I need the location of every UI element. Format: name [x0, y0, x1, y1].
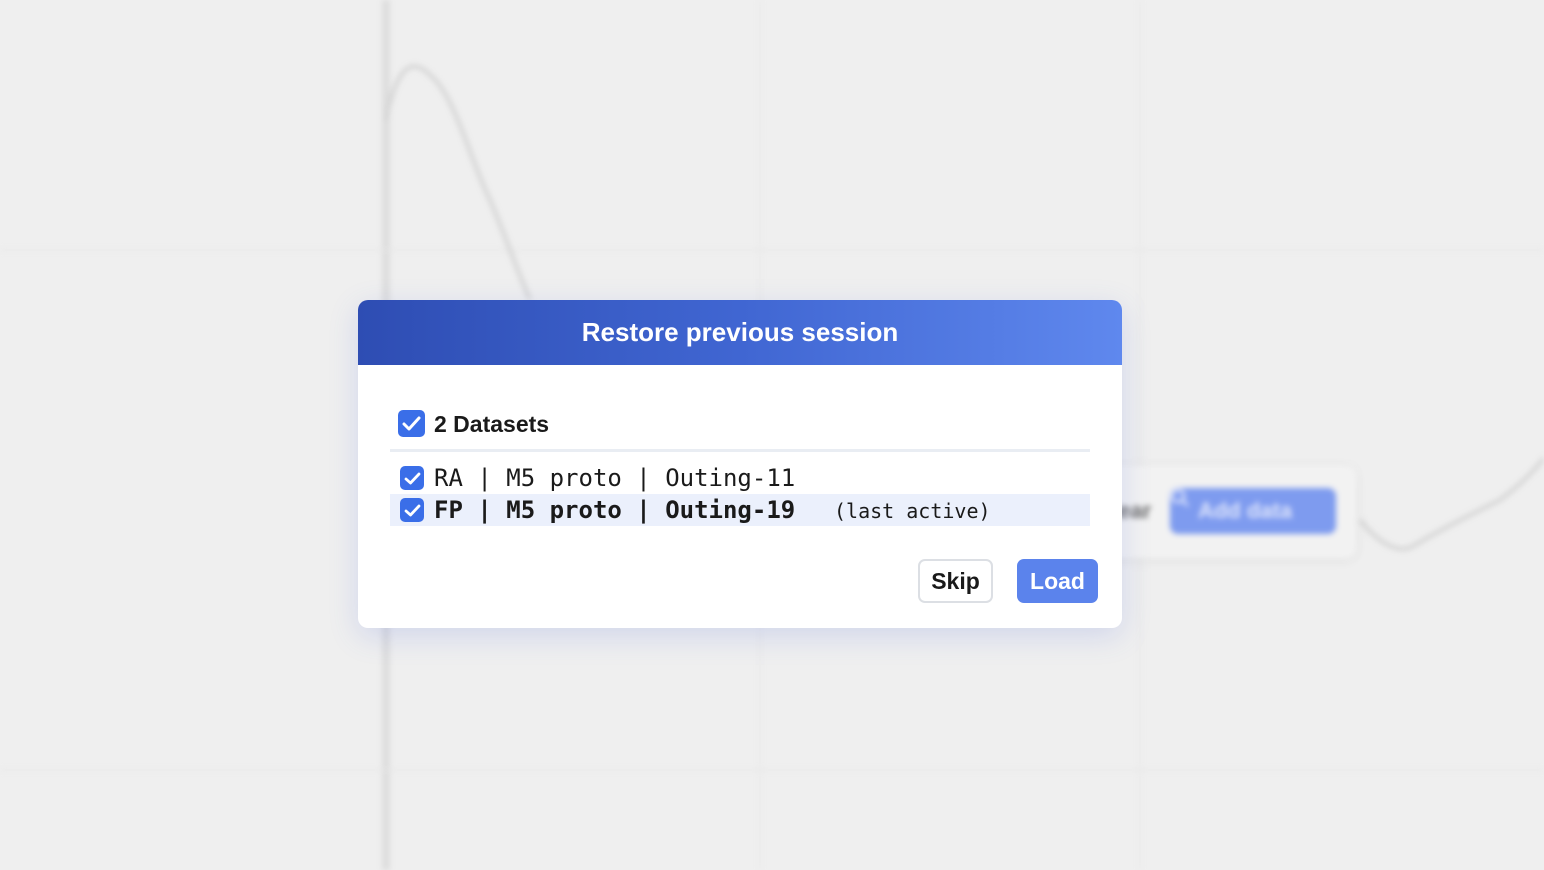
dialog-body: 2 Datasets RA | M5 proto | Outing-11 FP … [358, 365, 1122, 628]
background-add-data-label: Add data [1197, 498, 1293, 523]
checkmark-icon [404, 472, 420, 484]
last-active-tag: (last active) [834, 499, 991, 523]
dataset-checkbox[interactable] [400, 466, 424, 490]
dataset-group-label: 2 Datasets [434, 411, 550, 437]
select-all-checkbox[interactable] [398, 410, 425, 437]
dataset-row[interactable]: RA | M5 proto | Outing-11 [390, 462, 1090, 494]
dataset-label: RA | M5 proto | Outing-11 [434, 464, 796, 492]
dataset-row-active[interactable]: FP | M5 proto | Outing-19 (last active) [390, 494, 1090, 526]
dialog-header: Restore previous session [358, 300, 1122, 365]
dialog-title: Restore previous session [581, 317, 899, 347]
skip-button[interactable]: Skip [918, 559, 993, 603]
dataset-checkbox[interactable] [400, 498, 424, 522]
checkmark-icon [404, 504, 420, 516]
divider [390, 449, 1090, 452]
background-add-data-button: Add data [1170, 488, 1336, 534]
checkmark-icon [402, 416, 421, 431]
load-button[interactable]: Load [1017, 559, 1098, 603]
restore-session-dialog: Restore previous session 2 Datasets RA |… [358, 300, 1122, 628]
dataset-label: FP | M5 proto | Outing-19 [434, 496, 796, 524]
